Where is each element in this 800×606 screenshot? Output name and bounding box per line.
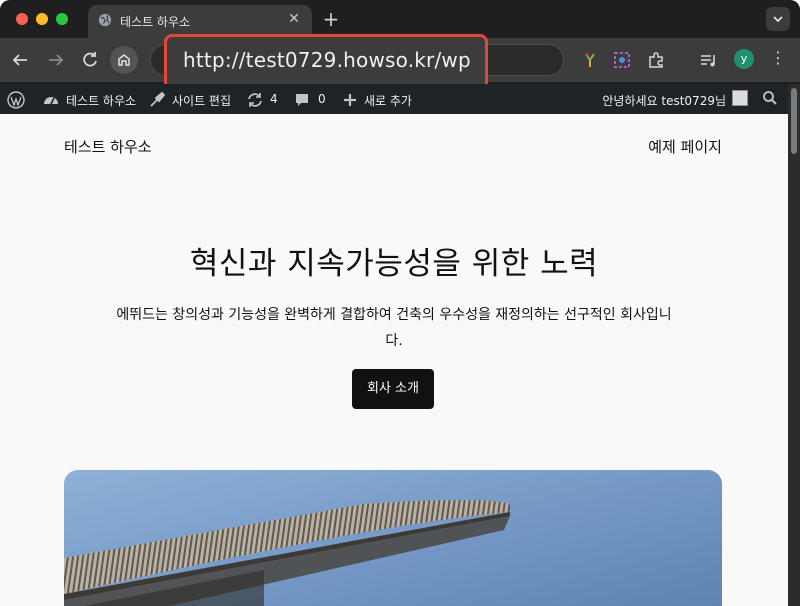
wordpress-logo-icon[interactable] (7, 91, 25, 109)
scrollbar-thumb[interactable] (791, 88, 797, 154)
page-content: 테스트 하우소 예제 페이지 혁신과 지속가능성을 위한 노력 에뛰드는 창의성… (0, 114, 788, 606)
adminbar-updates-count: 4 (270, 92, 278, 106)
forward-arrow-icon[interactable] (44, 48, 68, 72)
comment-icon[interactable] (294, 91, 310, 109)
wp-admin-bar: 테스트 하우소 사이트 편집 4 0 새로 추가 안녕하세요 test0729님 (0, 84, 788, 114)
profile-avatar[interactable]: y (734, 49, 754, 69)
search-icon[interactable] (762, 90, 778, 106)
media-queue-icon[interactable] (698, 50, 718, 70)
dashboard-icon (44, 97, 58, 105)
about-company-button[interactable]: 회사 소개 (352, 369, 434, 409)
extensions-puzzle-icon[interactable] (646, 50, 666, 70)
adminbar-greeting[interactable]: 안녕하세요 test0729님 (602, 92, 726, 109)
adminbar-site-name[interactable]: 테스트 하우소 (66, 92, 136, 109)
close-window-button[interactable] (16, 13, 28, 25)
maximize-window-button[interactable] (56, 13, 68, 25)
globe-icon (98, 13, 112, 27)
hero-description: 에뛰드는 창의성과 기능성을 완벽하게 결합하여 건축의 우수성을 재정의하는 … (116, 307, 672, 349)
browser-window: 테스트 하우소 ✕ + y ⋮ http://test0729.howso.kr… (0, 0, 800, 606)
adminbar-comments-count: 0 (318, 92, 326, 106)
tab-close-icon[interactable]: ✕ (286, 11, 302, 27)
url-text[interactable]: http://test0729.howso.kr/wp (183, 48, 471, 72)
site-title[interactable]: 테스트 하우소 (64, 136, 152, 157)
adminbar-new-item[interactable]: 새로 추가 (364, 92, 412, 109)
hero-title: 혁신과 지속가능성을 위한 노력 (189, 246, 599, 282)
brush-icon (150, 91, 166, 107)
building-image (64, 470, 722, 606)
chevron-down-icon (773, 16, 783, 23)
plus-icon[interactable] (342, 91, 358, 109)
extension-color-icon[interactable] (580, 50, 600, 70)
minimize-window-button[interactable] (36, 13, 48, 25)
hero-architecture-image (64, 470, 722, 606)
extension-capture-icon[interactable] (612, 50, 632, 70)
tab-strip: 테스트 하우소 ✕ + (0, 0, 800, 38)
url-highlight-box[interactable]: http://test0729.howso.kr/wp (164, 34, 488, 90)
page-scrollbar[interactable] (788, 84, 800, 606)
menu-kebab-icon[interactable]: ⋮ (770, 48, 786, 67)
adminbar-edit-site[interactable]: 사이트 편집 (172, 92, 231, 109)
tab-title: 테스트 하우소 (120, 15, 191, 29)
home-button[interactable] (110, 46, 138, 74)
tab-search-button[interactable] (766, 7, 790, 31)
new-tab-button[interactable]: + (320, 7, 342, 31)
reload-icon[interactable] (78, 48, 102, 72)
avatar[interactable] (732, 90, 748, 106)
home-icon (118, 54, 130, 66)
back-arrow-icon[interactable] (8, 48, 32, 72)
nav-item-example-page[interactable]: 예제 페이지 (648, 136, 722, 157)
updates-icon[interactable] (246, 91, 264, 109)
